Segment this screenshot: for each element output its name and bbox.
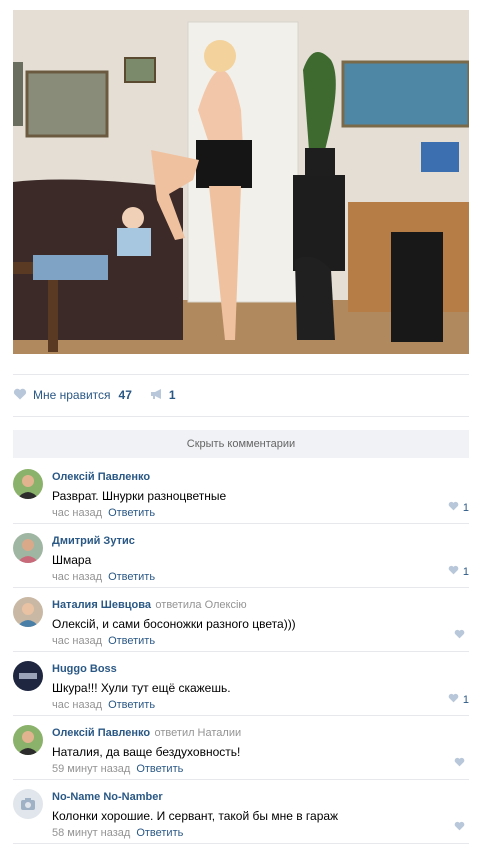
like-count: 47 <box>118 388 132 402</box>
comment-author[interactable]: Олексій Павленко <box>52 727 150 739</box>
comment-like-button[interactable] <box>450 629 469 642</box>
reply-to-label[interactable]: ответил Наталии <box>155 727 242 739</box>
comment-text: Шкура!!! Хули тут ещё скажешь. <box>52 681 231 695</box>
megaphone-icon <box>150 388 164 403</box>
reply-button[interactable]: Ответить <box>108 571 155 583</box>
heart-icon <box>448 501 459 514</box>
comment-like-button[interactable]: 1 <box>444 501 469 514</box>
comment-time[interactable]: 59 минут назад <box>52 763 130 775</box>
comment-separator <box>13 843 469 844</box>
comment-like-button[interactable]: 1 <box>444 693 469 706</box>
repost-count: 1 <box>168 388 176 402</box>
hide-comments-button[interactable]: Скрыть комментарии <box>13 430 469 458</box>
comment-time[interactable]: час назад <box>52 507 102 519</box>
reply-to-label[interactable]: ответила Олексію <box>155 599 246 611</box>
avatar[interactable] <box>13 661 43 691</box>
comment-like-count: 1 <box>462 693 469 706</box>
comment-text: Наталия, да ваще бездуховность! <box>52 745 241 759</box>
comment-item: Наталия Шевцова ответила Олексію Олексій… <box>13 587 469 650</box>
avatar[interactable] <box>13 725 43 755</box>
comment-text: Олексій, и сами босоножки разного цвета)… <box>52 617 296 631</box>
post-photo[interactable] <box>13 10 469 354</box>
heart-icon <box>448 565 459 578</box>
comment-time[interactable]: 58 минут назад <box>52 827 130 839</box>
repost-button[interactable]: 1 <box>150 388 176 403</box>
comment-author[interactable]: Huggo Boss <box>52 663 117 675</box>
comment-text: Разврат. Шнурки разноцветные <box>52 489 227 503</box>
heart-icon <box>448 693 459 706</box>
like-label: Мне нравится <box>33 388 111 402</box>
comment-author[interactable]: No-Name No-Namber <box>52 791 163 803</box>
comment-author[interactable]: Дмитрий Зутис <box>52 535 135 547</box>
comment-like-button[interactable] <box>450 821 469 834</box>
reply-button[interactable]: Ответить <box>108 635 155 647</box>
heart-icon <box>454 821 465 834</box>
comment-author[interactable]: Олексій Павленко <box>52 471 150 483</box>
avatar[interactable] <box>13 469 43 499</box>
comment-item: Олексій Павленко Разврат. Шнурки разноцв… <box>13 459 469 522</box>
comment-time[interactable]: час назад <box>52 635 102 647</box>
comment-like-button[interactable]: 1 <box>444 565 469 578</box>
comment-time[interactable]: час назад <box>52 699 102 711</box>
heart-icon <box>454 757 465 770</box>
reply-button[interactable]: Ответить <box>108 699 155 711</box>
comment-item: Олексій Павленко ответил Наталии Наталия… <box>13 715 469 778</box>
comment-item: Дмитрий Зутис Шмара час назад Ответить 1 <box>13 523 469 586</box>
post-actions: Мне нравится 47 1 <box>13 384 176 406</box>
comment-like-button[interactable] <box>450 757 469 770</box>
comment-time[interactable]: час назад <box>52 571 102 583</box>
post-divider-top <box>13 374 469 375</box>
comment-author[interactable]: Наталия Шевцова <box>52 599 151 611</box>
avatar[interactable] <box>13 533 43 563</box>
comment-item: Huggo Boss Шкура!!! Хули тут ещё скажешь… <box>13 651 469 714</box>
reply-button[interactable]: Ответить <box>136 827 183 839</box>
avatar[interactable] <box>13 789 43 819</box>
comment-item: No-Name No-Namber Колонки хорошие. И сер… <box>13 779 469 842</box>
heart-icon <box>454 629 465 642</box>
comment-like-count: 1 <box>462 501 469 514</box>
comment-text: Шмара <box>52 553 92 567</box>
comment-like-count: 1 <box>462 565 469 578</box>
comment-text: Колонки хорошие. И сервант, такой бы мне… <box>52 809 339 823</box>
post-divider-bottom <box>13 416 469 417</box>
reply-button[interactable]: Ответить <box>136 763 183 775</box>
heart-icon <box>13 388 27 403</box>
like-button[interactable]: Мне нравится 47 <box>13 388 132 403</box>
avatar[interactable] <box>13 597 43 627</box>
reply-button[interactable]: Ответить <box>108 507 155 519</box>
